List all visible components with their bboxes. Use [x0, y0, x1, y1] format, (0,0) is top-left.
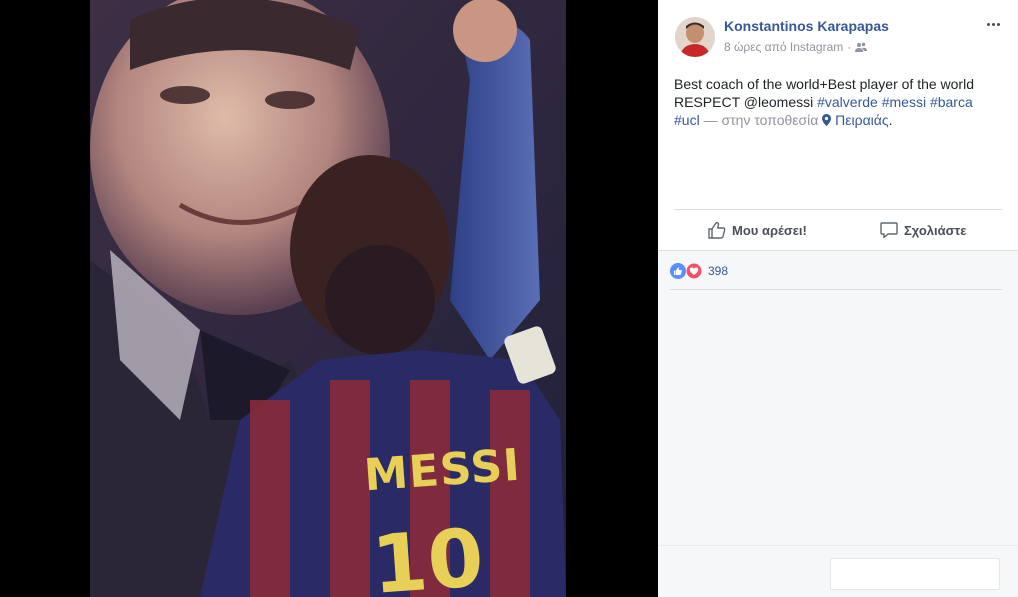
divider: [670, 289, 1002, 290]
hashtag-link[interactable]: #messi: [882, 94, 926, 110]
love-icon: [686, 263, 702, 279]
like-button[interactable]: Μου αρέσει!: [708, 218, 807, 242]
post-text-line1: Best coach of the world+Best player of t…: [674, 76, 974, 92]
like-label: Μου αρέσει!: [732, 222, 807, 238]
post-meta: 8 ώρες από Instagram ·: [724, 40, 868, 54]
hashtag-link[interactable]: #ucl: [674, 112, 700, 128]
post-options-button[interactable]: [983, 14, 1003, 34]
jersey-name: MESSI: [362, 439, 523, 502]
divider: [674, 209, 1002, 210]
post-text-respect: RESPECT @leomessi: [674, 94, 818, 110]
post-time[interactable]: 8 ώρες από Instagram: [724, 40, 843, 54]
reaction-count: 398: [708, 264, 729, 278]
hashtag-link[interactable]: #valverde: [817, 94, 878, 110]
photo-illustration: [90, 0, 566, 597]
post-text: Best coach of the world+Best player of t…: [674, 75, 1004, 129]
divider: [658, 545, 1018, 546]
reactions-section: 398: [658, 251, 1018, 597]
photo-viewer: MESSI 10: [0, 0, 658, 597]
comment-icon: [880, 222, 898, 239]
comment-button[interactable]: Σχολιάστε: [880, 218, 966, 242]
location-pin-icon: [822, 114, 832, 126]
friends-icon[interactable]: [855, 42, 868, 52]
jersey-number: 10: [368, 511, 487, 597]
meta-separator: ·: [847, 40, 852, 54]
more-icon-dot: [996, 22, 1000, 26]
more-icon-dot: [991, 22, 995, 26]
author-name[interactable]: Konstantinos Karapapas: [724, 18, 889, 34]
avatar-image: [675, 17, 715, 57]
more-icon: [986, 22, 990, 26]
post-photo[interactable]: MESSI 10: [90, 0, 566, 597]
comment-input[interactable]: [830, 558, 1000, 590]
comment-label: Σχολιάστε: [904, 222, 967, 238]
post-sidebar: Konstantinos Karapapas 8 ώρες από Instag…: [658, 0, 1018, 597]
thumbs-up-icon: [708, 221, 726, 239]
hashtag-link[interactable]: #barca: [930, 94, 973, 110]
location-link[interactable]: Πειραιάς: [835, 112, 888, 128]
like-icon: [670, 263, 686, 279]
avatar[interactable]: [675, 17, 715, 57]
location-prefix: — στην τοποθεσία: [699, 112, 823, 128]
post-text-end: .: [888, 112, 893, 128]
reactions-summary[interactable]: 398: [670, 263, 728, 279]
